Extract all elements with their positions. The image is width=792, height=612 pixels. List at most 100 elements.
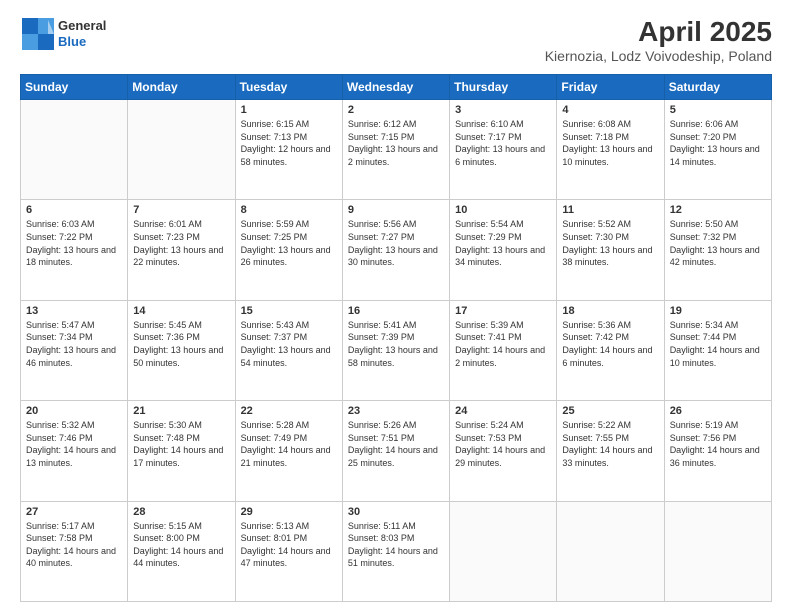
day-cell: 29Sunrise: 5:13 AM Sunset: 8:01 PM Dayli… — [235, 501, 342, 601]
day-info: Sunrise: 5:45 AM Sunset: 7:36 PM Dayligh… — [133, 319, 229, 369]
logo-general-text: General — [58, 18, 106, 33]
day-cell: 16 Sunrise: 5:41 AM Sunset: 7:39 PM Dayli… — [342, 300, 449, 400]
day-number: 12 — [670, 204, 766, 216]
day-cell: 4 Sunrise: 6:08 AM Sunset: 7:18 PM Daylig… — [557, 100, 664, 200]
day-number: 17 — [455, 305, 551, 317]
day-info: Sunrise: 5:39 AM Sunset: 7:41 PM Dayligh… — [455, 319, 551, 369]
day-info: Sunrise: 5:56 AM Sunset: 7:27 PM Dayligh… — [348, 218, 444, 268]
day-info: Sunrise: 5:32 AM Sunset: 7:46 PM Dayligh… — [26, 419, 122, 469]
header-friday: Friday — [557, 75, 664, 100]
day-info: Sunrise: 5:34 AM Sunset: 7:44 PM Dayligh… — [670, 319, 766, 369]
day-info: Sunrise: 5:17 AM Sunset: 7:58 PM Dayligh… — [26, 520, 122, 570]
day-cell: 21Sunrise: 5:30 AM Sunset: 7:48 PM Dayli… — [128, 401, 235, 501]
day-cell: 7 Sunrise: 6:01 AM Sunset: 7:23 PM Daylig… — [128, 200, 235, 300]
day-number: 21 — [133, 405, 229, 417]
day-info: Sunrise: 5:22 AM Sunset: 7:55 PM Dayligh… — [562, 419, 658, 469]
calendar-table: Sunday Monday Tuesday Wednesday Thursday… — [20, 74, 772, 602]
day-info: Sunrise: 5:54 AM Sunset: 7:29 PM Dayligh… — [455, 218, 551, 268]
header-wednesday: Wednesday — [342, 75, 449, 100]
week-row-4: 20 Sunrise: 5:32 AM Sunset: 7:46 PM Dayli… — [21, 401, 772, 501]
day-info: Sunrise: 5:59 AM Sunset: 7:25 PM Dayligh… — [241, 218, 337, 268]
day-info: Sunrise: 5:28 AM Sunset: 7:49 PM Dayligh… — [241, 419, 337, 469]
day-cell: 19 Sunrise: 5:34 AM Sunset: 7:44 PM Dayli… — [664, 300, 771, 400]
day-cell: 15 Sunrise: 5:43 AM Sunset: 7:37 PM Dayli… — [235, 300, 342, 400]
day-cell: 28Sunrise: 5:15 AM Sunset: 8:00 PM Dayli… — [128, 501, 235, 601]
day-number: 15 — [241, 305, 337, 317]
day-info: Sunrise: 5:11 AM Sunset: 8:03 PM Dayligh… — [348, 520, 444, 570]
logo: General Blue — [20, 16, 106, 52]
day-number: 14 — [133, 305, 229, 317]
week-row-3: 13 Sunrise: 5:47 AM Sunset: 7:34 PM Dayli… — [21, 300, 772, 400]
page: General Blue April 2025 Kiernozia, Lodz … — [0, 0, 792, 612]
day-cell — [557, 501, 664, 601]
day-number: 10 — [455, 204, 551, 216]
day-info: Sunrise: 6:03 AM Sunset: 7:22 PM Dayligh… — [26, 218, 122, 268]
day-info: Sunrise: 5:41 AM Sunset: 7:39 PM Dayligh… — [348, 319, 444, 369]
day-number: 6 — [26, 204, 122, 216]
day-cell: 22 Sunrise: 5:28 AM Sunset: 7:49 PM Dayli… — [235, 401, 342, 501]
day-cell: 23 Sunrise: 5:26 AM Sunset: 7:51 PM Dayli… — [342, 401, 449, 501]
day-cell: 27 Sunrise: 5:17 AM Sunset: 7:58 PM Dayli… — [21, 501, 128, 601]
day-cell: 3Sunrise: 6:10 AM Sunset: 7:17 PM Daylig… — [450, 100, 557, 200]
day-number: 13 — [26, 305, 122, 317]
day-info: Sunrise: 5:47 AM Sunset: 7:34 PM Dayligh… — [26, 319, 122, 369]
day-number: 27 — [26, 506, 122, 518]
header-tuesday: Tuesday — [235, 75, 342, 100]
day-cell: 20 Sunrise: 5:32 AM Sunset: 7:46 PM Dayli… — [21, 401, 128, 501]
header-thursday: Thursday — [450, 75, 557, 100]
day-number: 23 — [348, 405, 444, 417]
day-cell: 26 Sunrise: 5:19 AM Sunset: 7:56 PM Dayli… — [664, 401, 771, 501]
header: General Blue April 2025 Kiernozia, Lodz … — [20, 16, 772, 64]
day-number: 9 — [348, 204, 444, 216]
day-info: Sunrise: 5:43 AM Sunset: 7:37 PM Dayligh… — [241, 319, 337, 369]
day-info: Sunrise: 5:13 AM Sunset: 8:01 PM Dayligh… — [241, 520, 337, 570]
day-number: 4 — [562, 104, 658, 116]
day-number: 5 — [670, 104, 766, 116]
day-info: Sunrise: 6:15 AM Sunset: 7:13 PM Dayligh… — [241, 118, 337, 168]
week-row-5: 27 Sunrise: 5:17 AM Sunset: 7:58 PM Dayli… — [21, 501, 772, 601]
day-number: 19 — [670, 305, 766, 317]
day-info: Sunrise: 6:12 AM Sunset: 7:15 PM Dayligh… — [348, 118, 444, 168]
day-number: 26 — [670, 405, 766, 417]
calendar-title: April 2025 — [545, 16, 772, 48]
day-info: Sunrise: 5:19 AM Sunset: 7:56 PM Dayligh… — [670, 419, 766, 469]
day-cell — [128, 100, 235, 200]
day-info: Sunrise: 6:10 AM Sunset: 7:17 PM Dayligh… — [455, 118, 551, 168]
day-cell: 1 Sunrise: 6:15 AM Sunset: 7:13 PM Daylig… — [235, 100, 342, 200]
day-number: 2 — [348, 104, 444, 116]
day-info: Sunrise: 5:15 AM Sunset: 8:00 PM Dayligh… — [133, 520, 229, 570]
title-block: April 2025 Kiernozia, Lodz Voivodeship, … — [545, 16, 772, 64]
day-cell: 6 Sunrise: 6:03 AM Sunset: 7:22 PM Daylig… — [21, 200, 128, 300]
day-info: Sunrise: 6:08 AM Sunset: 7:18 PM Dayligh… — [562, 118, 658, 168]
day-cell — [450, 501, 557, 601]
day-info: Sunrise: 5:36 AM Sunset: 7:42 PM Dayligh… — [562, 319, 658, 369]
day-info: Sunrise: 6:06 AM Sunset: 7:20 PM Dayligh… — [670, 118, 766, 168]
day-number: 11 — [562, 204, 658, 216]
week-row-2: 6 Sunrise: 6:03 AM Sunset: 7:22 PM Daylig… — [21, 200, 772, 300]
day-cell: 17 Sunrise: 5:39 AM Sunset: 7:41 PM Dayli… — [450, 300, 557, 400]
day-info: Sunrise: 5:50 AM Sunset: 7:32 PM Dayligh… — [670, 218, 766, 268]
day-cell: 13 Sunrise: 5:47 AM Sunset: 7:34 PM Dayli… — [21, 300, 128, 400]
day-cell: 30Sunrise: 5:11 AM Sunset: 8:03 PM Dayli… — [342, 501, 449, 601]
day-number: 25 — [562, 405, 658, 417]
day-cell: 11Sunrise: 5:52 AM Sunset: 7:30 PM Dayli… — [557, 200, 664, 300]
day-cell: 10 Sunrise: 5:54 AM Sunset: 7:29 PM Dayli… — [450, 200, 557, 300]
day-number: 18 — [562, 305, 658, 317]
day-number: 22 — [241, 405, 337, 417]
day-number: 8 — [241, 204, 337, 216]
day-number: 7 — [133, 204, 229, 216]
weekday-header-row: Sunday Monday Tuesday Wednesday Thursday… — [21, 75, 772, 100]
header-monday: Monday — [128, 75, 235, 100]
day-number: 16 — [348, 305, 444, 317]
header-sunday: Sunday — [21, 75, 128, 100]
day-info: Sunrise: 6:01 AM Sunset: 7:23 PM Dayligh… — [133, 218, 229, 268]
day-cell: 5 Sunrise: 6:06 AM Sunset: 7:20 PM Daylig… — [664, 100, 771, 200]
day-info: Sunrise: 5:26 AM Sunset: 7:51 PM Dayligh… — [348, 419, 444, 469]
day-cell: 9 Sunrise: 5:56 AM Sunset: 7:27 PM Daylig… — [342, 200, 449, 300]
week-row-1: 1 Sunrise: 6:15 AM Sunset: 7:13 PM Daylig… — [21, 100, 772, 200]
day-number: 20 — [26, 405, 122, 417]
day-cell: 12 Sunrise: 5:50 AM Sunset: 7:32 PM Dayli… — [664, 200, 771, 300]
day-cell: 14 Sunrise: 5:45 AM Sunset: 7:36 PM Dayli… — [128, 300, 235, 400]
day-cell: 18 Sunrise: 5:36 AM Sunset: 7:42 PM Dayli… — [557, 300, 664, 400]
day-number: 1 — [241, 104, 337, 116]
